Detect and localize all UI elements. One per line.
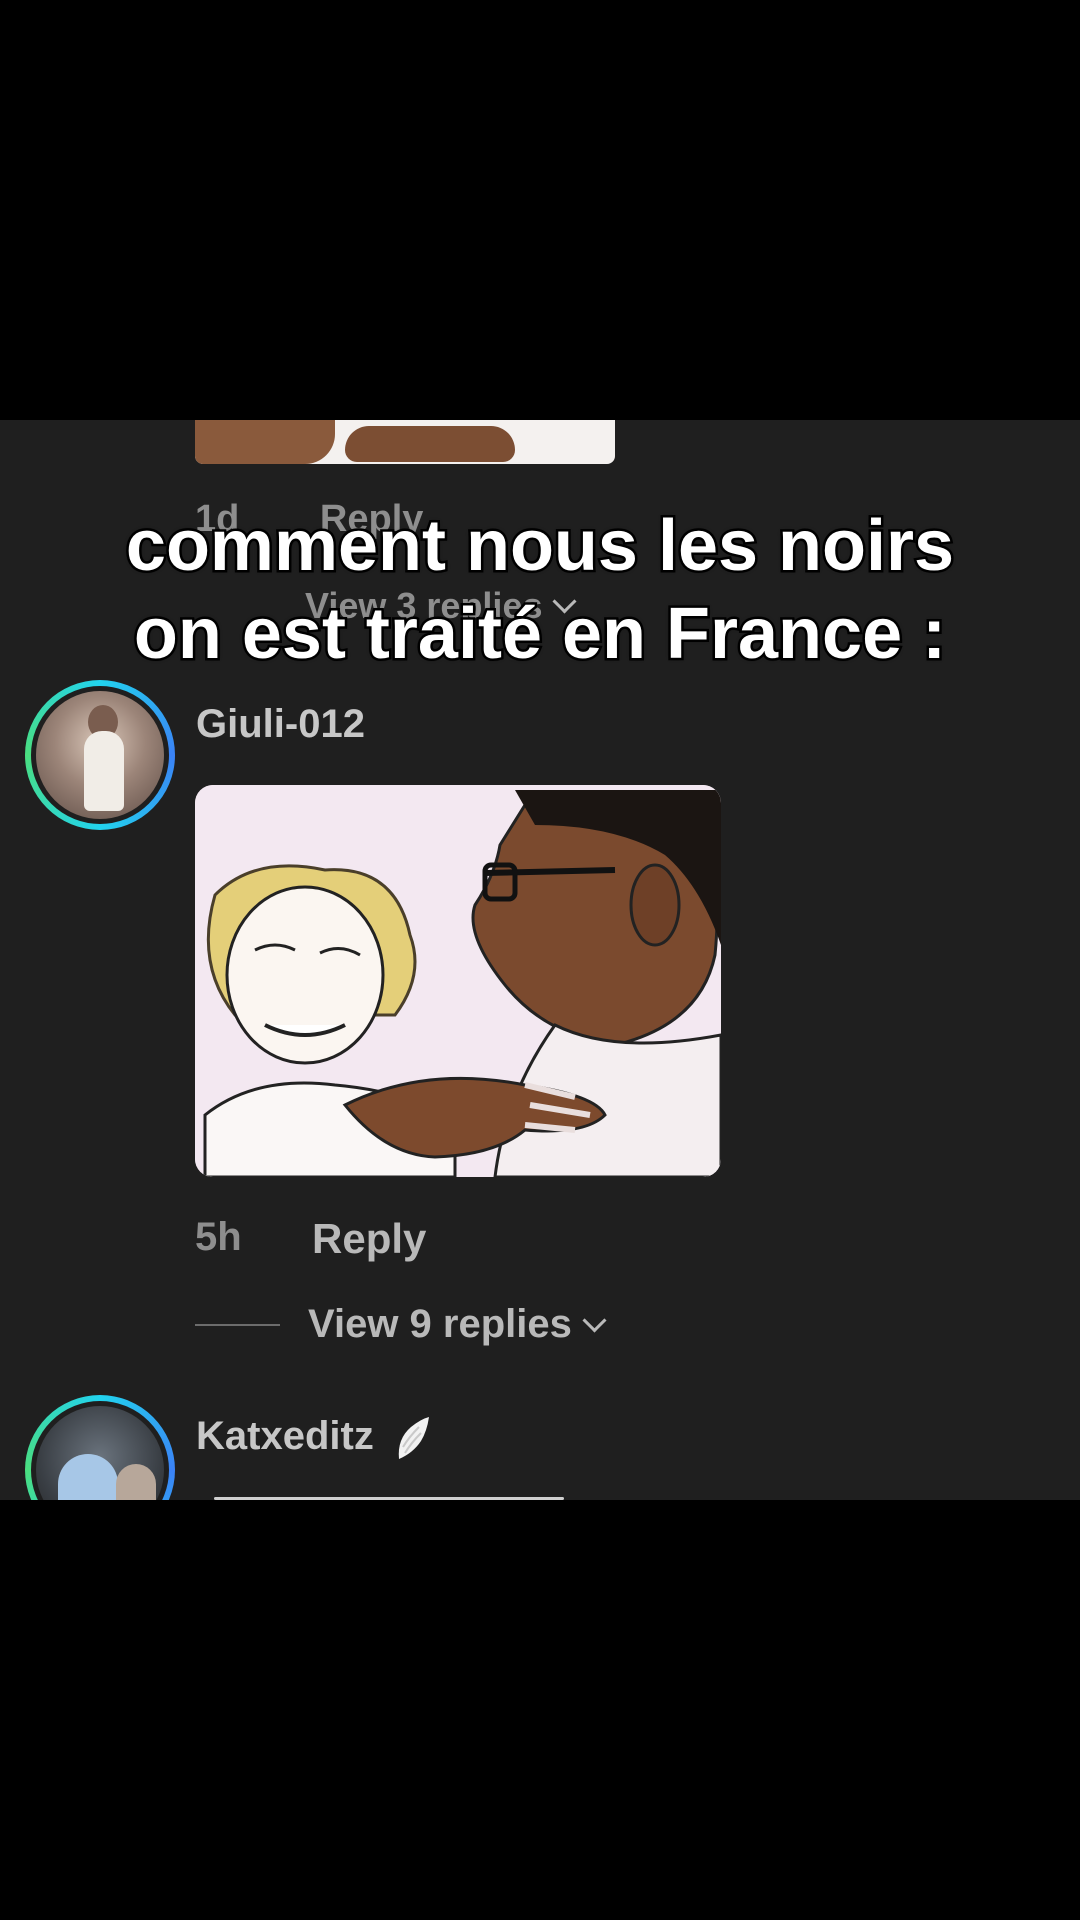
comment-username-label: Katxeditz [196,1414,374,1458]
caption-line-1: comment nous les noirs [123,504,956,589]
comment-image[interactable] [195,785,721,1177]
view-replies-label: View 9 replies [308,1302,572,1346]
letterbox-bottom [0,1500,1080,1920]
caption-line-2: on est traité en France : [131,592,948,677]
wing-icon [398,1417,429,1460]
video-caption-overlay: comment nous les noirs on est traité en … [0,502,1080,678]
avatar[interactable] [25,1395,175,1500]
previous-comment-image[interactable] [195,420,615,464]
chevron-down-icon [582,1308,607,1333]
replies-divider [195,1324,280,1326]
letterbox-top [0,0,1080,420]
comment-time: 5h [195,1215,242,1259]
comment-username-2[interactable]: Katxeditz [196,1414,431,1461]
comment-reply-button[interactable]: Reply [312,1215,426,1263]
avatar[interactable] [25,680,175,830]
comment-username[interactable]: Giuli-012 [196,702,365,747]
view-replies-button[interactable]: View 9 replies [308,1302,607,1347]
